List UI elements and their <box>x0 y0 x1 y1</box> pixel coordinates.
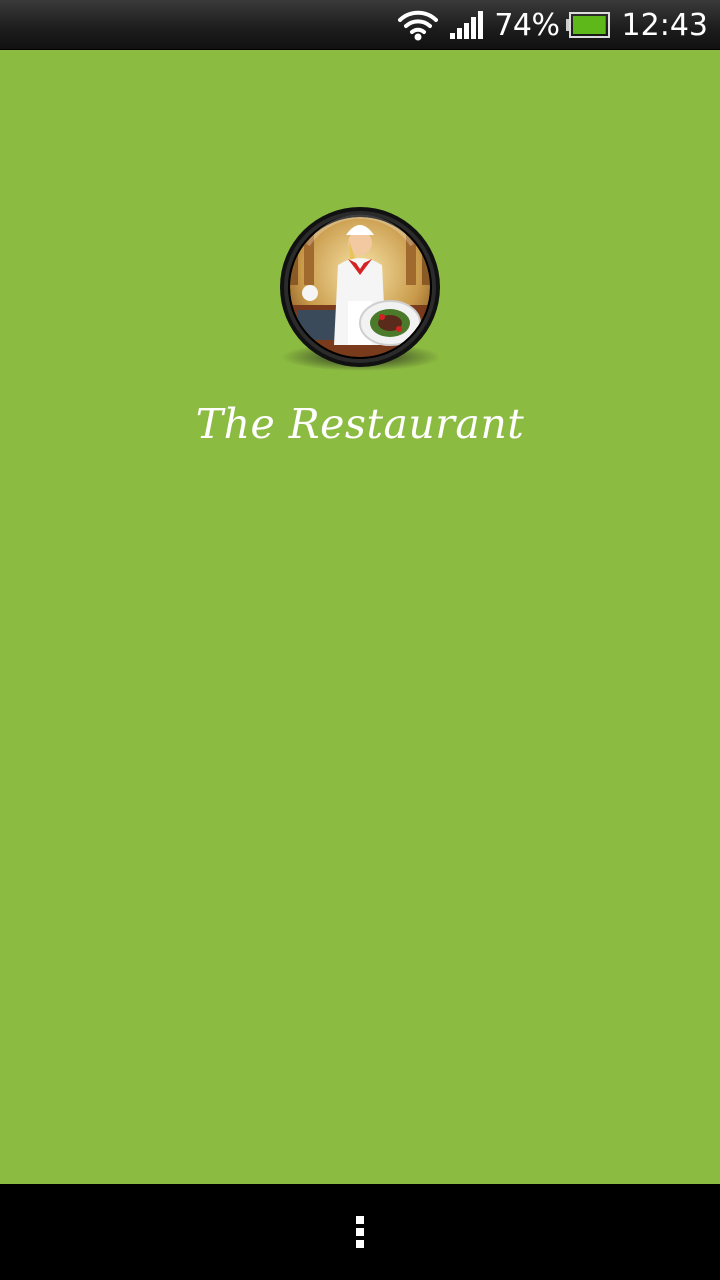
clock: 12:43 <box>621 7 708 43</box>
menu-dot <box>356 1240 364 1248</box>
restaurant-logo-icon <box>280 207 441 371</box>
menu-dot <box>356 1228 364 1236</box>
status-bar: 74% 12:43 <box>0 0 720 50</box>
splash-screen: The Restaurant <box>0 50 720 1184</box>
status-icons: 74% 12:43 <box>398 0 708 50</box>
signal-icon <box>450 11 484 39</box>
navigation-bar <box>0 1184 720 1280</box>
app-title: The Restaurant <box>195 400 525 448</box>
menu-dot <box>356 1216 364 1224</box>
overflow-menu-button[interactable] <box>340 1204 380 1260</box>
battery-icon <box>565 12 610 38</box>
battery-percent: 74% <box>494 7 560 43</box>
wifi-icon <box>398 10 439 41</box>
